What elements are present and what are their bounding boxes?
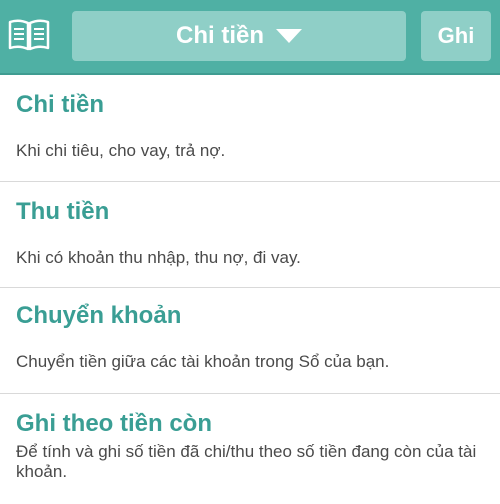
list-item-ghi-theo-tien-con[interactable]: Ghi theo tiền còn Để tính và ghi số tiền… <box>0 394 500 504</box>
list-item-description: Khi có khoản thu nhập, thu nợ, đi vay. <box>16 248 301 267</box>
list-item-chi-tien[interactable]: Chi tiền Khi chi tiêu, cho vay, trả nợ. <box>0 77 500 182</box>
list-item-title: Thu tiền <box>16 198 110 225</box>
transaction-type-list: Chi tiền Khi chi tiêu, cho vay, trả nợ. … <box>0 77 500 504</box>
save-button[interactable]: Ghi <box>421 11 491 61</box>
dropdown-label: Chi tiền <box>176 22 264 49</box>
book-button[interactable] <box>4 12 54 62</box>
transaction-type-dropdown[interactable]: Chi tiền <box>72 11 406 61</box>
caret-down-icon <box>276 22 302 50</box>
top-bar: Chi tiền Ghi <box>0 0 500 75</box>
list-item-description: Chuyển tiền giữa các tài khoản trong Sổ … <box>16 352 390 371</box>
list-item-description: Khi chi tiêu, cho vay, trả nợ. <box>16 141 226 160</box>
list-item-description: Để tính và ghi số tiền đã chi/thu theo s… <box>16 442 477 481</box>
list-item-chuyen-khoan[interactable]: Chuyển khoản Chuyển tiền giữa các tài kh… <box>0 288 500 394</box>
list-item-title: Chuyển khoản <box>16 302 182 329</box>
list-item-title: Chi tiền <box>16 91 104 118</box>
save-button-label: Ghi <box>437 23 475 48</box>
list-item-title: Ghi theo tiền còn <box>16 410 212 437</box>
list-item-thu-tien[interactable]: Thu tiền Khi có khoản thu nhập, thu nợ, … <box>0 182 500 288</box>
open-book-icon <box>7 18 51 57</box>
